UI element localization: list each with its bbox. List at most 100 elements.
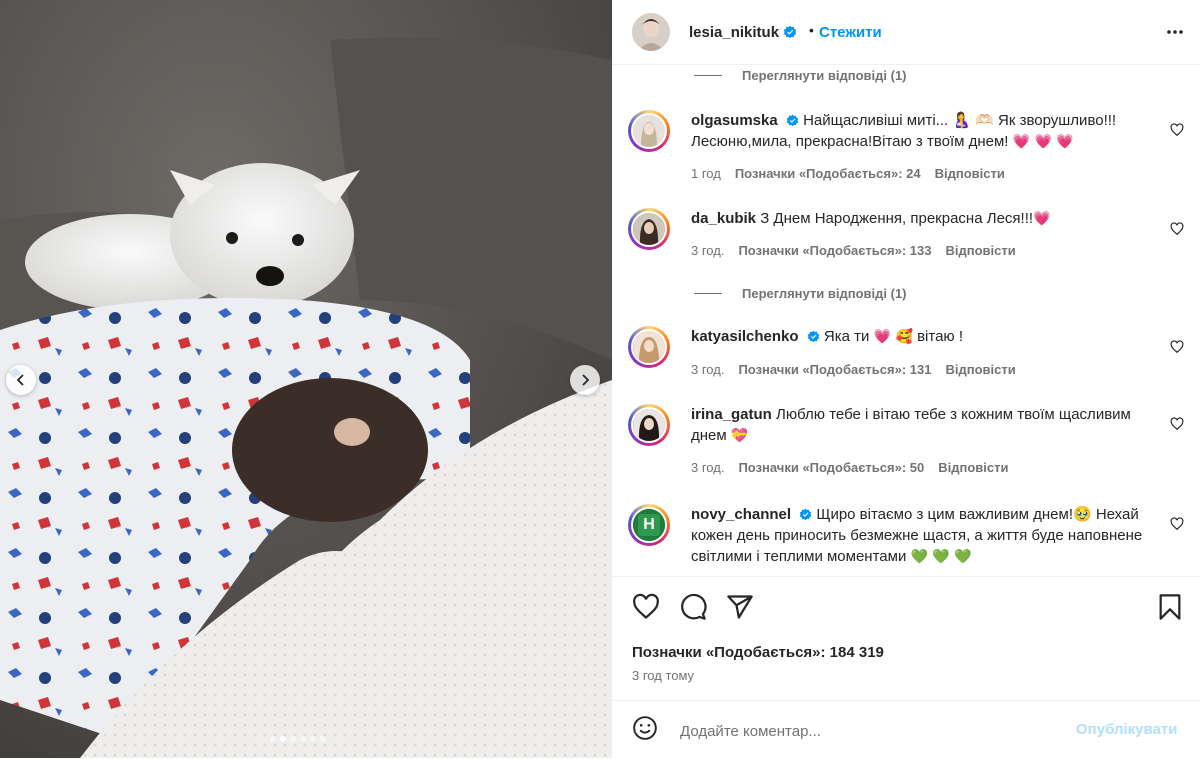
chevron-right-icon (582, 374, 590, 386)
comment-likes[interactable]: Позначки «Подобається»: 50 (738, 460, 924, 475)
likes-count[interactable]: Позначки «Подобається»: 184 319 (632, 644, 884, 661)
comment-time: 1 год (691, 166, 721, 181)
comment-like-button[interactable] (1170, 222, 1184, 241)
author-username[interactable]: lesia_nikituk (689, 24, 797, 41)
comment-text: Яка ти (823, 328, 870, 345)
emoji-icon (633, 716, 657, 740)
comment-emojis: 💗 💗 💗 (1012, 134, 1074, 150)
heart-icon (633, 593, 659, 619)
comment-emojis: 💗 🥰 (873, 329, 913, 345)
post-timestamp: 3 год тому (632, 668, 695, 683)
emoji-picker-button[interactable] (632, 715, 658, 746)
comment-text: З Днем Народження, прекрасна Леся!!! (760, 210, 1034, 227)
carousel-indicator (270, 736, 326, 742)
share-button[interactable] (726, 593, 754, 626)
commenter-avatar-letter: Н (643, 516, 655, 533)
replies-divider (694, 74, 722, 76)
comment-text-after: вітаю ! (917, 328, 963, 345)
commenter-avatar[interactable] (628, 326, 670, 368)
comment-like-button[interactable] (1170, 417, 1184, 436)
verified-badge-icon (786, 114, 799, 127)
commenter-username[interactable]: olgasumska (691, 112, 778, 129)
more-options-button[interactable] (1165, 22, 1185, 47)
save-button[interactable] (1157, 593, 1183, 626)
verified-badge-icon (783, 25, 797, 39)
comment-input[interactable] (678, 717, 1062, 745)
view-replies[interactable]: Переглянути відповіді (1) (694, 285, 907, 301)
carousel-dot (310, 736, 316, 742)
comment-item: irina_gatun Люблю тебе і вітаю тебе з ко… (628, 404, 1188, 484)
comment-meta: 1 год Позначки «Подобається»: 24 Відпові… (691, 166, 1005, 181)
comment-meta: 3 год. Позначки «Подобається»: 131 Відпо… (691, 362, 1016, 377)
comment-meta: 3 год. Позначки «Подобається»: 133 Відпо… (691, 243, 1016, 258)
post-header: lesia_nikituk • Стежити (612, 0, 1200, 65)
comment-like-button[interactable] (1170, 123, 1184, 142)
comment-item: da_kubik З Днем Народження, прекрасна Ле… (628, 208, 1188, 268)
carousel-dot (280, 736, 286, 742)
comment-likes[interactable]: Позначки «Подобається»: 24 (735, 166, 921, 181)
commenter-username[interactable]: da_kubik (691, 210, 756, 227)
comment-emojis: 💝 (730, 428, 749, 444)
header-separator: • (809, 22, 814, 38)
comment-emojis: 💚 💚 💚 (910, 549, 972, 565)
comment-item: Н novy_channel Щиро вітаємо з цим важлив… (628, 504, 1188, 574)
author-avatar[interactable] (632, 13, 670, 51)
commenter-username[interactable]: irina_gatun (691, 406, 772, 423)
comment-time: 3 год. (691, 243, 725, 258)
chevron-left-icon (16, 374, 24, 386)
comment-time: 3 год. (691, 460, 725, 475)
commenter-avatar[interactable] (628, 208, 670, 250)
comment-meta: 3 год. Позначки «Подобається»: 50 Відпов… (691, 460, 1008, 475)
post-comment-button[interactable]: Опублікувати (1076, 721, 1177, 738)
comment-body: irina_gatun Люблю тебе і вітаю тебе з ко… (691, 404, 1151, 447)
reply-button[interactable]: Відповісти (935, 166, 1005, 181)
comment-body: katyasilchenko Яка ти 💗 🥰 вітаю ! (691, 326, 1151, 348)
comment-likes[interactable]: Позначки «Подобається»: 133 (738, 243, 931, 258)
comment-time: 3 год. (691, 362, 725, 377)
share-icon (727, 595, 753, 619)
author-username-text: lesia_nikituk (689, 24, 780, 41)
view-replies-text[interactable]: Переглянути відповіді (1) (742, 68, 907, 83)
heart-icon (1170, 340, 1184, 354)
carousel-dot (300, 736, 306, 742)
post-actions: Позначки «Подобається»: 184 319 3 год то… (612, 576, 1200, 685)
carousel-next-button[interactable] (570, 365, 600, 395)
comment-emojis: 💗 (1033, 211, 1051, 227)
carousel-dot (290, 736, 296, 742)
follow-button[interactable]: Стежити (819, 24, 882, 41)
view-replies-top[interactable]: Переглянути відповіді (1) (694, 67, 907, 83)
heart-icon (1170, 517, 1184, 531)
comment-like-button[interactable] (1170, 340, 1184, 359)
commenter-avatar[interactable] (628, 404, 670, 446)
reply-button[interactable]: Відповісти (945, 243, 1015, 258)
heart-icon (1170, 417, 1184, 431)
comment-like-button[interactable] (1170, 517, 1184, 536)
verified-badge-icon (800, 508, 812, 521)
commenter-username[interactable]: novy_channel (691, 506, 791, 523)
post-sidebar: lesia_nikituk • Стежити Переглянути відп… (612, 0, 1200, 758)
replies-divider (694, 292, 722, 294)
commenter-avatar[interactable]: Н (628, 504, 670, 546)
comment-body: da_kubik З Днем Народження, прекрасна Ле… (691, 208, 1151, 230)
carousel-dot (270, 736, 276, 742)
commenter-avatar[interactable] (628, 110, 670, 152)
post-photo (0, 0, 612, 758)
carousel-prev-button[interactable] (6, 365, 36, 395)
comment-item: katyasilchenko Яка ти 💗 🥰 вітаю ! 3 год.… (628, 326, 1188, 386)
heart-icon (1170, 123, 1184, 137)
more-options-icon (1167, 30, 1183, 34)
comment-likes[interactable]: Позначки «Подобається»: 131 (738, 362, 931, 377)
bookmark-icon (1159, 594, 1181, 620)
reply-button[interactable]: Відповісти (938, 460, 1008, 475)
heart-icon (1170, 222, 1184, 236)
like-button[interactable] (632, 593, 660, 626)
comment-body: novy_channel Щиро вітаємо з цим важливим… (691, 504, 1151, 568)
view-replies-text[interactable]: Переглянути відповіді (1) (742, 286, 907, 301)
reply-button[interactable]: Відповісти (945, 362, 1015, 377)
comment-button[interactable] (679, 593, 707, 626)
comment-icon (681, 593, 707, 620)
commenter-username[interactable]: katyasilchenko (691, 328, 799, 345)
verified-badge-icon (807, 330, 819, 343)
carousel-dot (320, 736, 326, 742)
post-media[interactable] (0, 0, 612, 758)
